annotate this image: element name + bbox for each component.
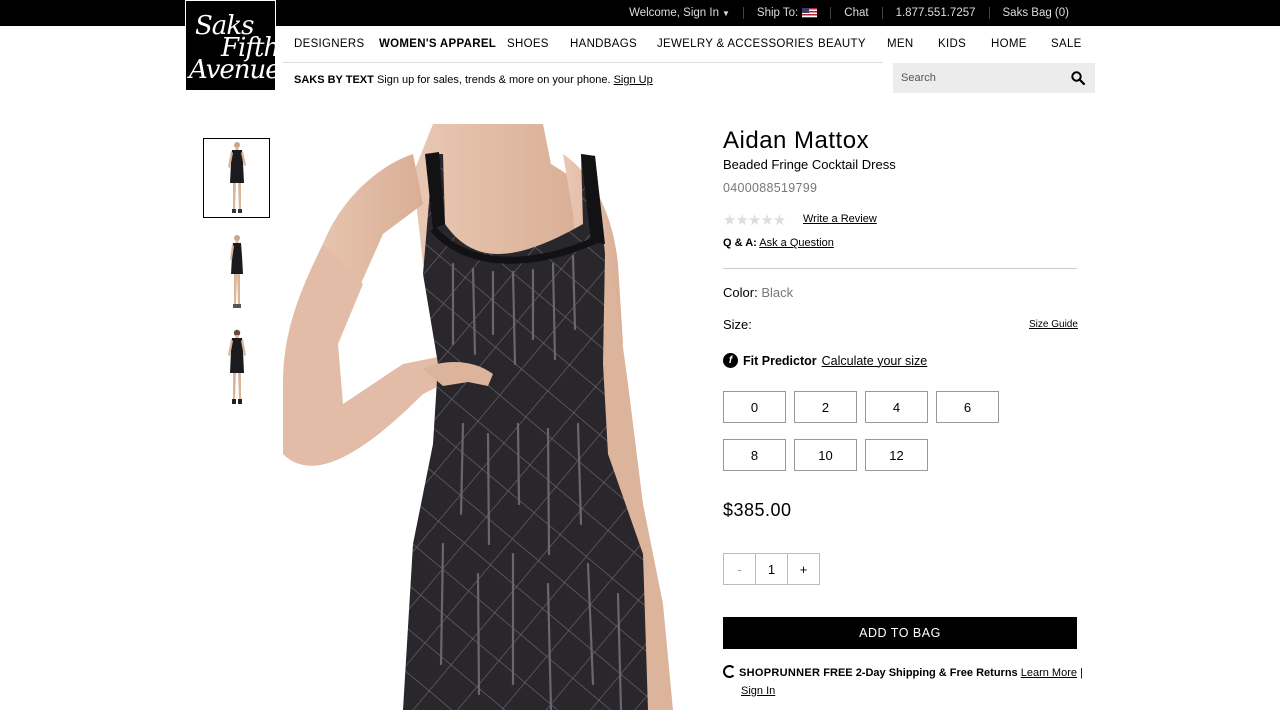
size-option-2[interactable]: 2 bbox=[794, 391, 857, 423]
fit-predictor-label: Fit Predictor bbox=[743, 353, 817, 368]
size-option-8[interactable]: 8 bbox=[723, 439, 786, 471]
welcome-sign-in-link[interactable]: Welcome, Sign In ▼ bbox=[616, 7, 743, 19]
product-name: Beaded Fringe Cocktail Dress bbox=[723, 157, 896, 172]
nav-jewelry-accessories[interactable]: JEWELRY & ACCESSORIES bbox=[657, 38, 814, 50]
rating-stars: ★★★★★ bbox=[723, 212, 786, 229]
ask-question-link[interactable]: Ask a Question bbox=[759, 237, 834, 249]
qa-label: Q & A: bbox=[723, 237, 757, 249]
nav-designers[interactable]: DESIGNERS bbox=[294, 38, 364, 50]
shoprunner-free-shipping: FREE 2-Day Shipping & Free Returns bbox=[823, 667, 1018, 679]
calculate-size-link[interactable]: Calculate your size bbox=[822, 354, 928, 368]
search-icon[interactable] bbox=[1071, 71, 1085, 85]
nav-shoes[interactable]: SHOES bbox=[507, 38, 549, 50]
phone-number: 1.877.551.7257 bbox=[881, 7, 989, 19]
size-option-0[interactable]: 0 bbox=[723, 391, 786, 423]
thumbnail-back[interactable] bbox=[203, 328, 270, 408]
shoprunner-icon bbox=[723, 665, 736, 678]
size-option-4[interactable]: 4 bbox=[865, 391, 928, 423]
dress-thumbnail-image bbox=[227, 329, 246, 404]
ship-to-selector[interactable]: Ship To: bbox=[742, 7, 830, 19]
qa-row: Q & A: Ask a Question bbox=[723, 237, 834, 249]
dress-model-image bbox=[283, 124, 693, 710]
dress-thumbnail-image bbox=[229, 235, 243, 308]
divider bbox=[723, 268, 1077, 269]
nav-men[interactable]: MEN bbox=[887, 38, 913, 50]
product-brand[interactable]: Aidan Mattox bbox=[723, 127, 869, 155]
saks-bag-link[interactable]: Saks Bag (0) bbox=[988, 7, 1082, 19]
write-review-link[interactable]: Write a Review bbox=[803, 213, 877, 225]
nav-sale[interactable]: SALE bbox=[1051, 38, 1082, 50]
size-option-6[interactable]: 6 bbox=[936, 391, 999, 423]
chat-link[interactable]: Chat bbox=[830, 7, 881, 19]
nav-womens-apparel[interactable]: WOMEN'S APPAREL bbox=[379, 38, 496, 50]
chevron-down-icon: ▼ bbox=[721, 8, 730, 18]
nav-kids[interactable]: KIDS bbox=[938, 38, 966, 50]
product-sku: 0400088519799 bbox=[723, 181, 818, 195]
color-label: Color: bbox=[723, 285, 758, 300]
top-bar-links: Welcome, Sign In ▼ Ship To: Chat 1.877.55… bbox=[616, 0, 1082, 26]
color-row: Color: Black bbox=[723, 285, 793, 300]
thumbnail-side[interactable] bbox=[203, 233, 270, 313]
size-option-12[interactable]: 12 bbox=[865, 439, 928, 471]
saks-fifth-avenue-logo[interactable]: Saks Fifth Avenue bbox=[185, 0, 276, 91]
dress-thumbnail-image bbox=[227, 142, 246, 213]
shoprunner-promo: SHOPRUNNER FREE 2-Day Shipping & Free Re… bbox=[723, 664, 1083, 700]
shoprunner-logo: SHOPRUNNER bbox=[739, 667, 821, 679]
quantity-input[interactable]: 1 bbox=[756, 554, 788, 584]
add-to-bag-button[interactable]: ADD TO BAG bbox=[723, 617, 1077, 649]
nav-handbags[interactable]: HANDBAGS bbox=[570, 38, 637, 50]
size-guide-link[interactable]: Size Guide bbox=[1029, 319, 1078, 330]
nav-beauty[interactable]: BEAUTY bbox=[818, 38, 866, 50]
fit-predictor: f Fit Predictor Calculate your size bbox=[723, 353, 927, 368]
quantity-stepper: - 1 + bbox=[723, 553, 820, 585]
fit-predictor-icon: f bbox=[723, 353, 738, 368]
us-flag-icon bbox=[802, 8, 818, 18]
product-price: $385.00 bbox=[723, 500, 792, 520]
promo-text: Sign up for sales, trends & more on your… bbox=[376, 74, 611, 86]
quantity-increase-button[interactable]: + bbox=[788, 554, 819, 584]
size-option-10[interactable]: 10 bbox=[794, 439, 857, 471]
product-main-image[interactable] bbox=[283, 124, 693, 710]
learn-more-link[interactable]: Learn More bbox=[1021, 667, 1077, 679]
nav-home[interactable]: HOME bbox=[991, 38, 1027, 50]
promo-sign-up-link[interactable]: Sign Up bbox=[614, 74, 653, 86]
size-label: Size: bbox=[723, 317, 752, 332]
promo-title: SAKS BY TEXT bbox=[294, 74, 374, 86]
shoprunner-sign-in-link[interactable]: Sign In bbox=[723, 682, 1083, 700]
thumbnail-front[interactable] bbox=[203, 138, 270, 218]
search-input[interactable] bbox=[901, 69, 1061, 87]
separator: | bbox=[1080, 667, 1083, 679]
saks-by-text-promo: SAKS BY TEXT Sign up for sales, trends &… bbox=[294, 74, 653, 86]
color-value: Black bbox=[761, 285, 794, 300]
main-nav: DESIGNERS WOMEN'S APPAREL SHOES HANDBAGS… bbox=[283, 26, 1081, 63]
search-box bbox=[893, 63, 1095, 93]
quantity-decrease-button[interactable]: - bbox=[724, 554, 756, 584]
